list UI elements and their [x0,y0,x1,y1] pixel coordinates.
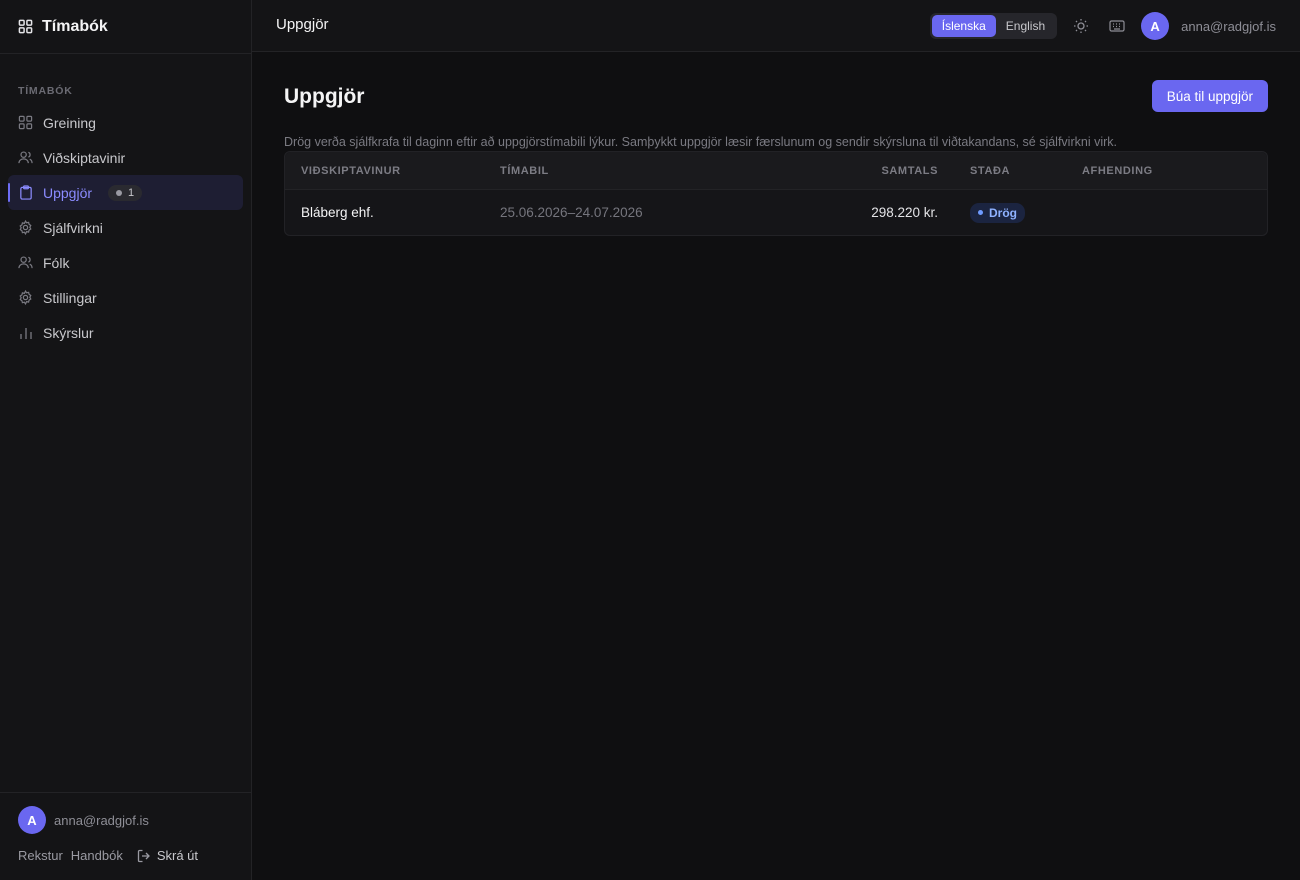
sidebar-item-label: Stillingar [43,289,97,306]
topbar: Uppgjör Íslenska English A anna@radgjof.… [252,0,1300,52]
sidebar-item-label: Uppgjör [43,184,93,201]
sidebar-item-folk[interactable]: Fólk [8,245,243,280]
cell-period: 25.06.2026–24.07.2026 [500,205,643,220]
count-badge: 1 [108,184,143,201]
lang-english-button[interactable]: English [996,15,1055,37]
badge-dot [116,189,123,196]
sidebar-item-label: Sjálfvirkni [43,219,103,236]
column-header-period[interactable]: TÍMABIL [500,165,760,177]
logout-button[interactable]: Skrá út [137,848,198,863]
sidebar: Tímabók TÍMABÓK Greining Viðskiptavinir [0,0,252,880]
badge-count-value: 1 [128,186,135,199]
lang-icelandic-button[interactable]: Íslenska [931,15,996,37]
sidebar-item-label: Viðskiptavinir [43,149,126,166]
cell-status: Drög [938,202,1082,223]
users-icon [18,150,33,165]
avatar: A [18,806,46,834]
language-toggle: Íslenska English [929,13,1058,39]
column-header-status[interactable]: STAÐA [938,165,1082,177]
topbar-user-email[interactable]: anna@radgjof.is [1181,19,1276,34]
sidebar-section-label: TÍMABÓK [18,85,73,97]
sidebar-item-label: Fólk [43,254,70,271]
table-row[interactable]: Bláberg ehf. 25.06.2026–24.07.2026 298.2… [285,190,1267,235]
logout-icon [137,849,151,863]
grid-icon [18,115,33,130]
rekstur-link[interactable]: Rekstur [18,848,63,863]
gear-icon [18,290,33,305]
column-header-client[interactable]: VIÐSKIPTAVINUR [285,165,500,177]
brand[interactable]: Tímabók [0,0,251,54]
sidebar-item-label: Skýrslur [43,324,94,341]
create-settlement-button[interactable]: Búa til uppgjör [1151,80,1268,112]
settlements-table: VIÐSKIPTAVINUR TÍMABIL SAMTALS STAÐA AFH… [284,151,1268,236]
bar-chart-icon [18,325,33,340]
logout-label: Skrá út [156,848,199,863]
users-icon [18,255,33,270]
sidebar-item-sjalfvirkni[interactable]: Sjálfvirkni [8,210,243,245]
cell-client: Bláberg ehf. [301,205,374,220]
sidebar-item-label: Greining [43,114,96,131]
status-dot [978,210,983,216]
cell-total: 298.220 kr. [871,205,938,220]
gear-icon [18,220,33,235]
table-header: VIÐSKIPTAVINUR TÍMABIL SAMTALS STAÐA AFH… [285,152,1267,190]
sidebar-user[interactable]: A anna@radgjof.is [18,806,149,834]
sidebar-item-stillingar[interactable]: Stillingar [8,280,243,315]
sidebar-item-greining[interactable]: Greining [8,105,243,140]
topbar-actions: Íslenska English A anna@radgjof.is [929,12,1276,40]
footer-links: Rekstur Handbók Skrá út [18,848,198,863]
app-title: Tímabók [42,17,108,35]
handbok-link[interactable]: Handbók [71,848,123,863]
keyboard-icon[interactable] [1105,14,1129,38]
sidebar-nav: Greining Viðskiptavinir Uppgjör 1 Sjálfv… [8,105,243,350]
page-header-title: Uppgjör [276,16,329,33]
sun-icon[interactable] [1069,14,1093,38]
page-title: Uppgjör [284,85,365,108]
sidebar-item-uppgjor[interactable]: Uppgjör 1 [8,175,243,210]
column-header-total[interactable]: SAMTALS [760,165,938,177]
sidebar-item-vidskiptavinir[interactable]: Viðskiptavinir [8,140,243,175]
column-header-delivery[interactable]: AFHENDING [1082,165,1267,177]
page-description: Drög verða sjálfkrafa til daginn eftir a… [284,135,1117,149]
sidebar-footer: A anna@radgjof.is Rekstur Handbók Skrá ú… [0,792,251,880]
sidebar-item-skyrslur[interactable]: Skýrslur [8,315,243,350]
user-email: anna@radgjof.is [54,812,149,828]
grid-icon [18,19,33,34]
status-badge: Drög [970,202,1025,223]
clipboard-icon [18,185,33,200]
status-label: Drög [989,205,1017,220]
topbar-avatar[interactable]: A [1141,12,1170,40]
